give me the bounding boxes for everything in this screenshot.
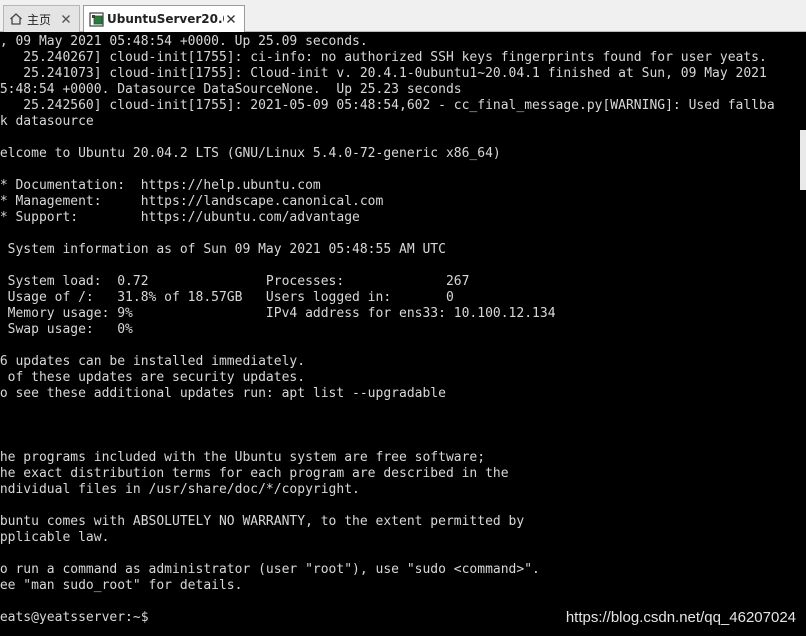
terminal-line: [ 25.240267] cloud-init[1755]: ci-info: … bbox=[0, 50, 767, 65]
terminal-line: n, 09 May 2021 05:48:54 +0000. Up 25.09 … bbox=[0, 34, 368, 49]
close-icon[interactable] bbox=[224, 12, 238, 26]
scroll-edge bbox=[800, 130, 806, 190]
terminal-line: See "man sudo_root" for details. bbox=[0, 578, 243, 593]
terminal-line: * Documentation: https://help.ubuntu.com bbox=[0, 178, 321, 193]
terminal-line: System information as of Sun 09 May 2021… bbox=[0, 242, 446, 257]
terminal-line: Memory usage: 9% IPv4 address for ens33:… bbox=[0, 306, 556, 321]
terminal-line: Usage of /: 31.8% of 18.57GB Users logge… bbox=[0, 290, 454, 305]
terminal-line: the exact distribution terms for each pr… bbox=[0, 466, 509, 481]
terminal-line: 05:48:54 +0000. Datasource DataSourceNon… bbox=[0, 82, 462, 97]
terminal-line: [ 25.241073] cloud-init[1755]: Cloud-ini… bbox=[0, 66, 767, 81]
terminal-line: [ 25.242560] cloud-init[1755]: 2021-05-0… bbox=[0, 98, 775, 113]
home-icon bbox=[8, 11, 24, 27]
terminal-line: ck datasource bbox=[0, 114, 94, 129]
terminal-line: The programs included with the Ubuntu sy… bbox=[0, 450, 486, 465]
tab-home-label: 主页 bbox=[27, 12, 52, 27]
tab-ubuntu-server[interactable]: UbuntuServer20.04 bbox=[83, 5, 245, 32]
terminal-line: * Support: https://ubuntu.com/advantage bbox=[0, 210, 360, 225]
terminal-console[interactable]: n, 09 May 2021 05:48:54 +0000. Up 25.09 … bbox=[0, 33, 806, 636]
terminal-line: 0 of these updates are security updates. bbox=[0, 370, 306, 385]
tab-bar: 主页 UbuntuServer20.04 bbox=[0, 0, 806, 32]
vm-console-icon bbox=[88, 11, 104, 27]
terminal-line: Ubuntu comes with ABSOLUTELY NO WARRANTY… bbox=[0, 514, 525, 529]
close-icon[interactable] bbox=[59, 12, 73, 26]
terminal-line: To see these additional updates run: apt… bbox=[0, 386, 446, 401]
terminal-line: 56 updates can be installed immediately. bbox=[0, 354, 306, 369]
tab-ubuntu-server-label: UbuntuServer20.04 bbox=[107, 12, 224, 26]
terminal-line: Swap usage: 0% bbox=[0, 322, 133, 337]
terminal-output: n, 09 May 2021 05:48:54 +0000. Up 25.09 … bbox=[0, 34, 775, 626]
terminal-line: applicable law. bbox=[0, 530, 110, 545]
terminal-line: Welcome to Ubuntu 20.04.2 LTS (GNU/Linux… bbox=[0, 146, 501, 161]
watermark: https://blog.csdn.net/qq_46207024 bbox=[565, 609, 796, 626]
terminal-line: System load: 0.72 Processes: 267 bbox=[0, 274, 470, 289]
tab-home[interactable]: 主页 bbox=[3, 5, 80, 32]
terminal-line: * Management: https://landscape.canonica… bbox=[0, 194, 384, 209]
terminal-line: To run a command as administrator (user … bbox=[0, 562, 540, 577]
terminal-line: individual files in /usr/share/doc/*/cop… bbox=[0, 482, 360, 497]
